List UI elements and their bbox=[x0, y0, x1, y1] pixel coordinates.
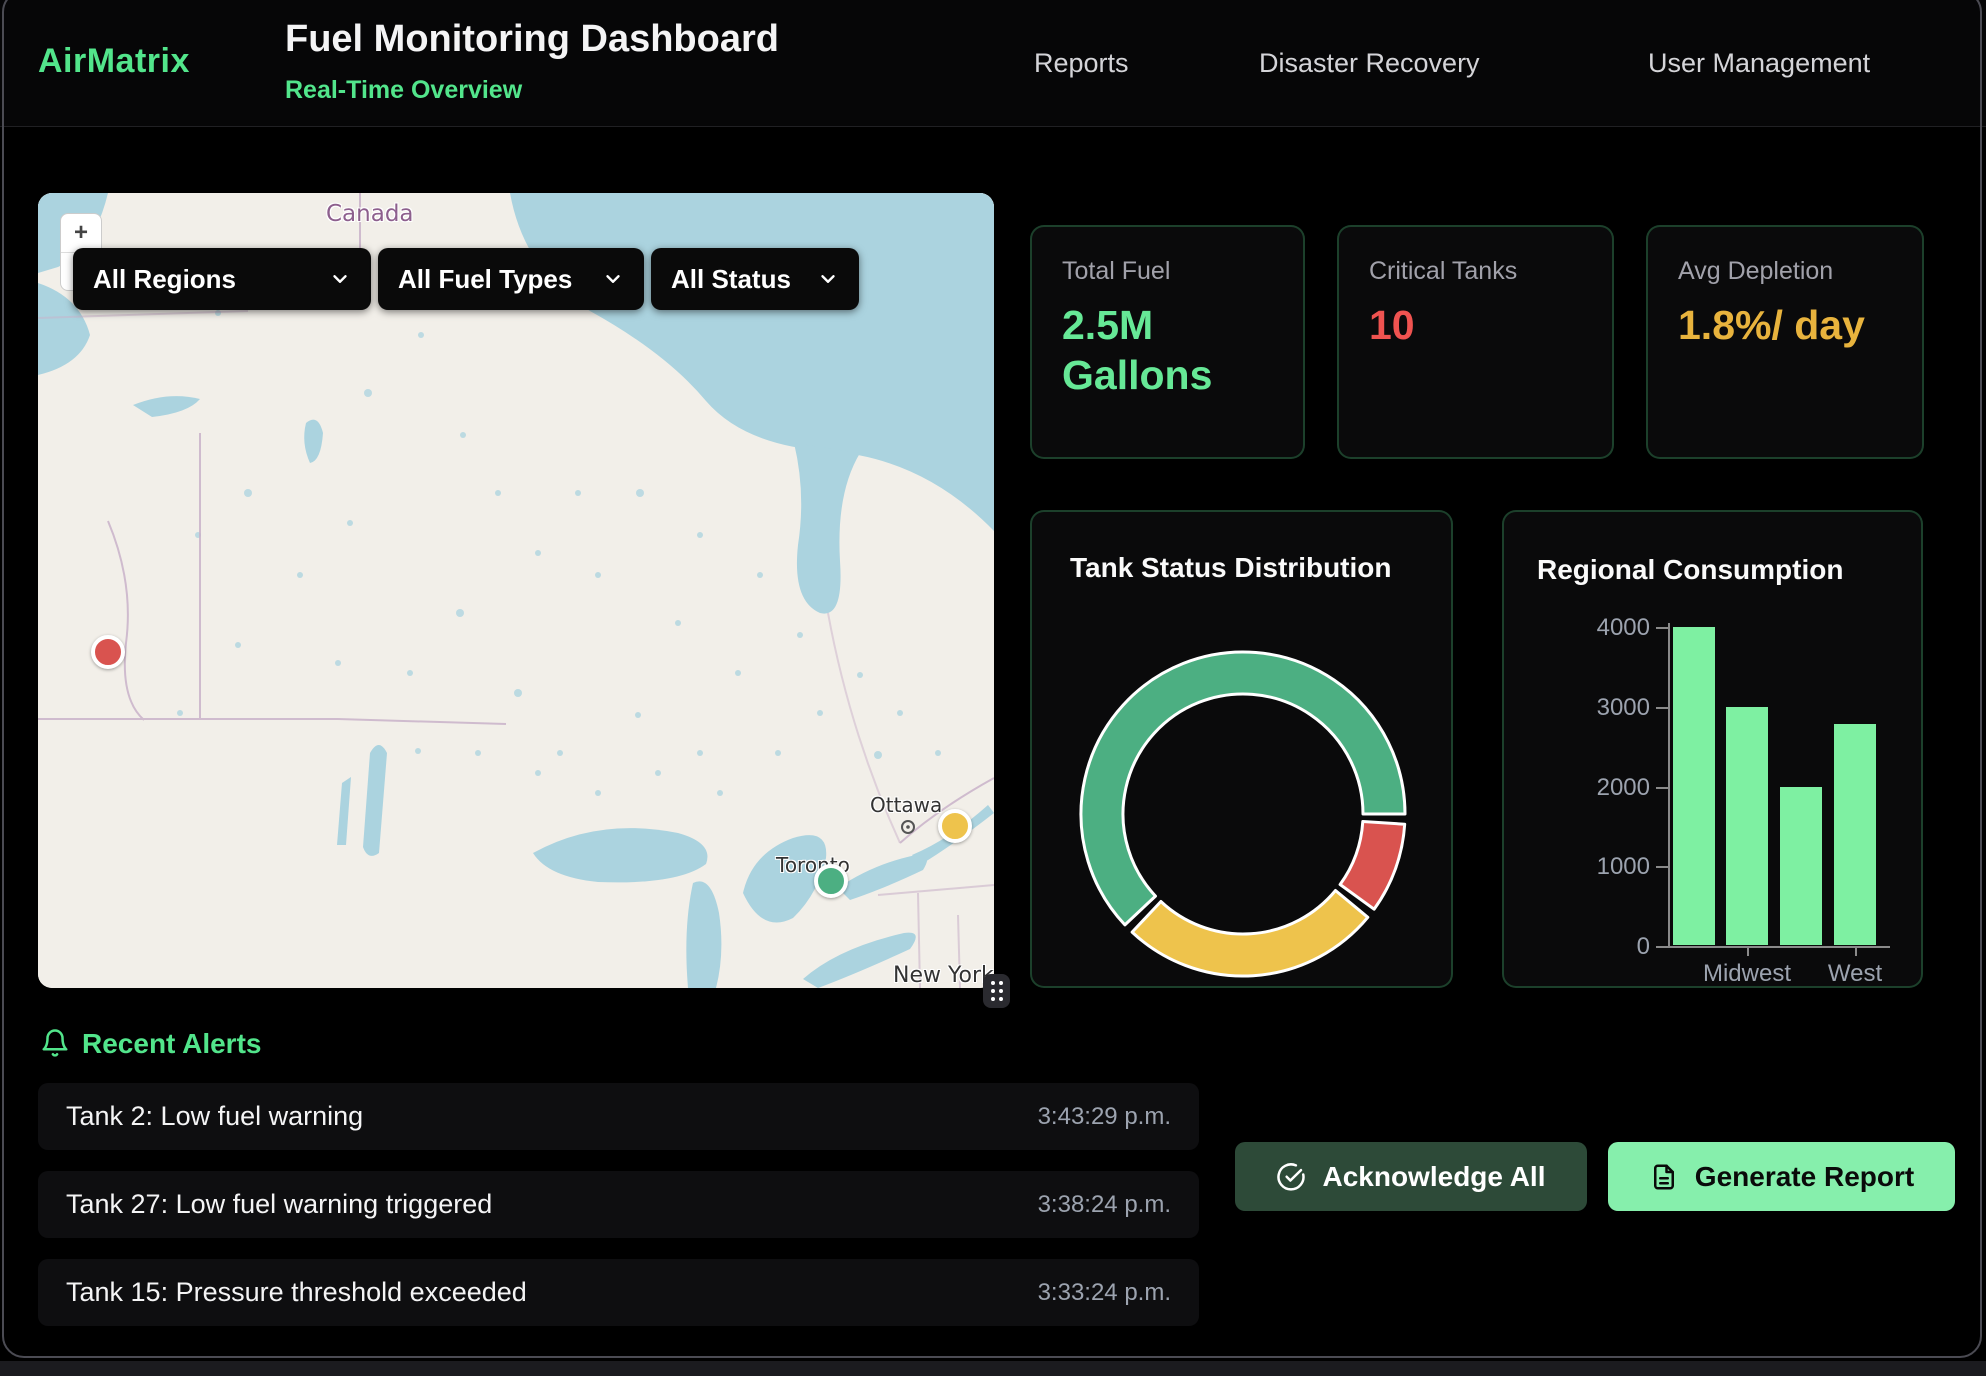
x-tick-mark bbox=[1747, 948, 1749, 956]
y-tick-label: 2000 bbox=[1580, 774, 1650, 802]
bottom-strip bbox=[0, 1361, 1986, 1376]
stat-label: Critical Tanks bbox=[1369, 257, 1582, 286]
map-marker-critical[interactable] bbox=[91, 635, 125, 669]
stat-label: Total Fuel bbox=[1062, 257, 1273, 286]
y-tick-label: 1000 bbox=[1580, 853, 1650, 881]
fuel-type-filter-value: All Fuel Types bbox=[398, 264, 572, 295]
alert-timestamp: 3:38:24 p.m. bbox=[1038, 1191, 1171, 1219]
donut-segment-critical bbox=[1340, 822, 1405, 910]
y-axis-line bbox=[1668, 623, 1670, 948]
map-label-canada: Canada bbox=[326, 201, 414, 227]
map-marker-normal[interactable] bbox=[814, 864, 848, 898]
status-filter-value: All Status bbox=[671, 264, 791, 295]
bell-icon bbox=[40, 1028, 70, 1058]
alert-row: Tank 15: Pressure threshold exceeded 3:3… bbox=[38, 1259, 1199, 1326]
tank-status-distribution-card: Tank Status Distribution bbox=[1030, 510, 1453, 988]
alert-timestamp: 3:33:24 p.m. bbox=[1038, 1279, 1171, 1307]
page-title: Fuel Monitoring Dashboard bbox=[285, 18, 779, 61]
y-tick-mark bbox=[1656, 627, 1668, 629]
map-marker-warning[interactable] bbox=[938, 809, 972, 843]
check-circle-icon bbox=[1276, 1162, 1306, 1192]
y-tick-mark bbox=[1656, 707, 1668, 709]
recent-alerts-heading: Recent Alerts bbox=[82, 1028, 261, 1060]
fuel-type-filter-dropdown[interactable]: All Fuel Types bbox=[378, 248, 644, 310]
regional-consumption-bar-chart: 0 1000 2000 3000 4000 Midwest West bbox=[1504, 512, 1925, 990]
stat-value-avg-depletion: 1.8%/ day bbox=[1678, 300, 1893, 350]
x-tick-mark bbox=[1855, 948, 1857, 956]
bar-south bbox=[1780, 787, 1822, 946]
map-zoom-in-button[interactable]: + bbox=[61, 214, 101, 252]
bar-midwest bbox=[1726, 707, 1768, 945]
stat-label: Avg Depletion bbox=[1678, 257, 1892, 286]
chevron-down-icon bbox=[817, 268, 839, 290]
alert-timestamp: 3:43:29 p.m. bbox=[1038, 1103, 1171, 1131]
app-logo: AirMatrix bbox=[38, 42, 190, 81]
map-canvas bbox=[38, 193, 994, 988]
map-filters: All Regions All Fuel Types All Status bbox=[73, 248, 859, 310]
alert-message: Tank 2: Low fuel warning bbox=[66, 1101, 363, 1132]
alert-row: Tank 2: Low fuel warning 3:43:29 p.m. bbox=[38, 1083, 1199, 1150]
alert-row: Tank 27: Low fuel warning triggered 3:38… bbox=[38, 1171, 1199, 1238]
bar-west bbox=[1834, 724, 1876, 945]
nav-disaster-recovery[interactable]: Disaster Recovery bbox=[1259, 0, 1480, 127]
page-subtitle: Real-Time Overview bbox=[285, 76, 522, 105]
acknowledge-all-label: Acknowledge All bbox=[1322, 1161, 1545, 1193]
regional-consumption-card: Regional Consumption 01000200030004000Mi… bbox=[1502, 510, 1923, 988]
acknowledge-all-button[interactable]: Acknowledge All bbox=[1235, 1142, 1587, 1211]
generate-report-label: Generate Report bbox=[1695, 1161, 1914, 1193]
generate-report-button[interactable]: Generate Report bbox=[1608, 1142, 1955, 1211]
x-tick-label: West bbox=[1828, 960, 1882, 988]
nav-reports[interactable]: Reports bbox=[1034, 0, 1129, 127]
x-tick-label: Midwest bbox=[1703, 960, 1791, 988]
alert-message: Tank 15: Pressure threshold exceeded bbox=[66, 1277, 527, 1308]
app-header: AirMatrix Fuel Monitoring Dashboard Real… bbox=[0, 0, 1986, 127]
report-document-icon bbox=[1649, 1162, 1679, 1192]
bar-northeast bbox=[1673, 627, 1715, 945]
region-filter-dropdown[interactable]: All Regions bbox=[73, 248, 371, 310]
stat-card-critical-tanks: Critical Tanks 10 bbox=[1337, 225, 1614, 459]
map-label-ottawa: Ottawa bbox=[870, 793, 942, 817]
stat-value-total-fuel: 2.5M Gallons bbox=[1062, 300, 1277, 400]
y-tick-mark bbox=[1656, 946, 1668, 948]
map[interactable]: Canada Ottawa Toronto New York + − All R… bbox=[38, 193, 994, 988]
stat-value-critical-tanks: 10 bbox=[1369, 300, 1584, 350]
y-tick-label: 4000 bbox=[1580, 614, 1650, 642]
map-label-new-york: New York bbox=[893, 963, 994, 988]
status-filter-dropdown[interactable]: All Status bbox=[651, 248, 859, 310]
nav-user-management[interactable]: User Management bbox=[1648, 0, 1870, 127]
chevron-down-icon bbox=[602, 268, 624, 290]
y-tick-label: 0 bbox=[1580, 933, 1650, 961]
region-filter-value: All Regions bbox=[93, 264, 236, 295]
map-resize-handle[interactable] bbox=[983, 974, 1010, 1008]
tank-status-donut-chart bbox=[1032, 512, 1455, 990]
y-tick-mark bbox=[1656, 787, 1668, 789]
donut-segment-warning bbox=[1132, 891, 1368, 977]
y-tick-label: 3000 bbox=[1580, 694, 1650, 722]
stat-card-avg-depletion: Avg Depletion 1.8%/ day bbox=[1646, 225, 1924, 459]
stat-card-total-fuel: Total Fuel 2.5M Gallons bbox=[1030, 225, 1305, 459]
alert-message: Tank 27: Low fuel warning triggered bbox=[66, 1189, 492, 1220]
y-tick-mark bbox=[1656, 866, 1668, 868]
chevron-down-icon bbox=[329, 268, 351, 290]
